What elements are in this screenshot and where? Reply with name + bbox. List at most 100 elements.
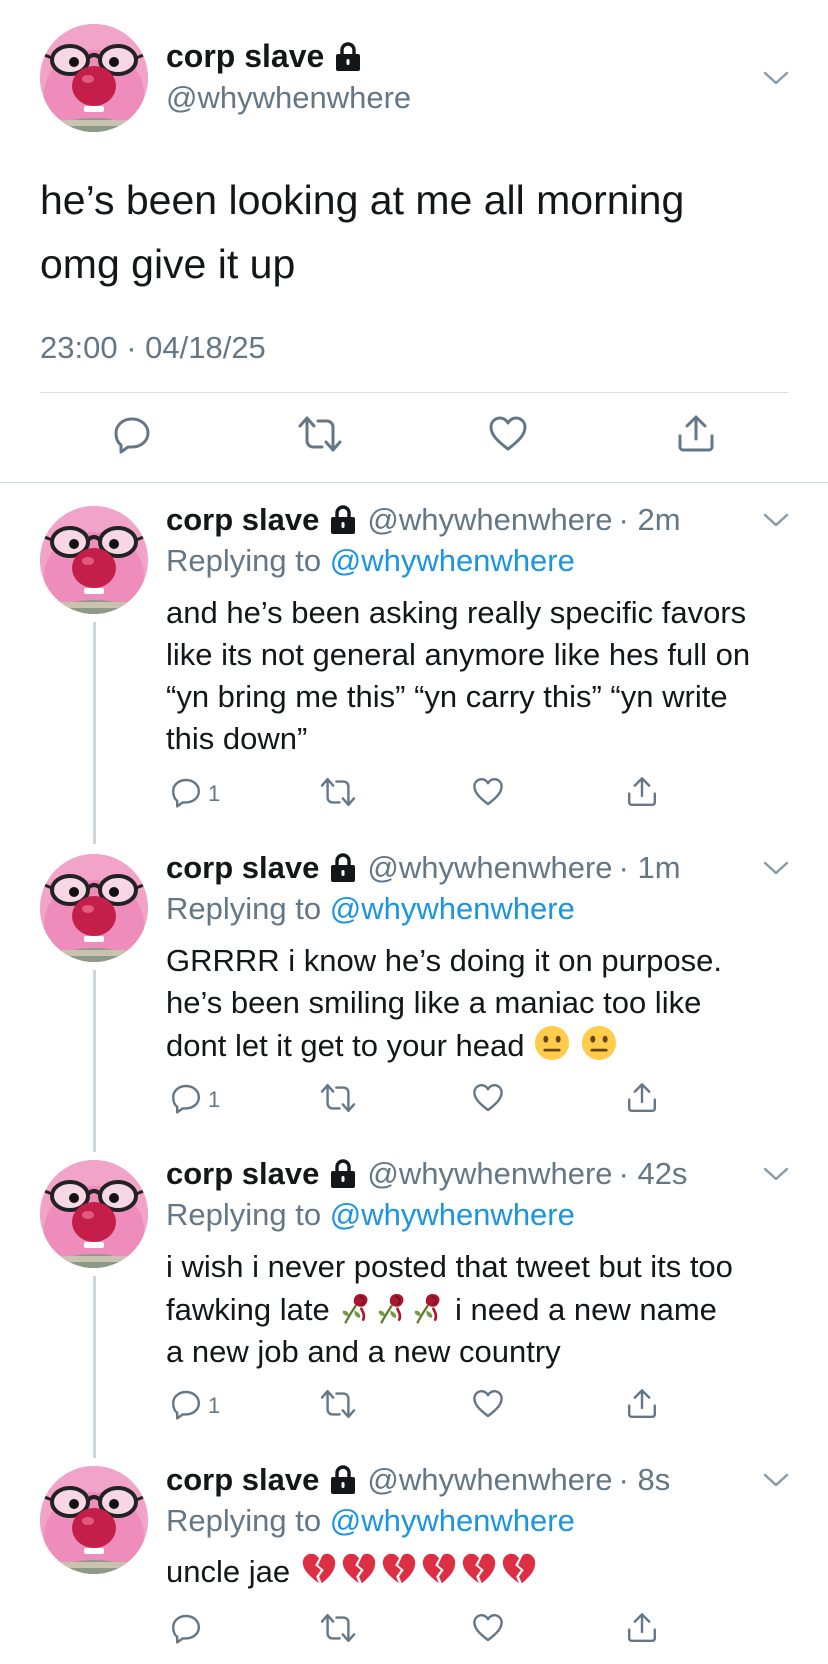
reply-text-line: this down”: [166, 721, 308, 756]
display-name[interactable]: corp slave: [166, 850, 319, 886]
lock-icon: [329, 1159, 357, 1189]
chevron-down-icon[interactable]: [762, 1164, 790, 1184]
neutral-face-icon: [580, 1024, 618, 1062]
broken-heart-icon: [339, 1550, 379, 1588]
reply-text-segment: i need a new name: [454, 1292, 717, 1327]
tweet-text-line: omg give it up: [40, 241, 296, 287]
like-icon[interactable]: [472, 1612, 504, 1644]
like-icon[interactable]: [488, 414, 528, 454]
retweet-icon[interactable]: [320, 1612, 356, 1644]
reply-text-line: a new job and a new country: [166, 1334, 561, 1369]
reply-text-line: like its not general anymore like hes fu…: [166, 637, 751, 672]
lock-icon: [334, 42, 362, 72]
display-name[interactable]: corp slave: [166, 1462, 319, 1498]
relative-time[interactable]: · 42s: [619, 1156, 688, 1192]
broken-heart-icon: [299, 1550, 339, 1588]
avatar[interactable]: [40, 854, 148, 962]
display-name[interactable]: corp slave: [166, 38, 324, 75]
broken-heart-icon: [419, 1550, 459, 1588]
like-icon[interactable]: [472, 776, 504, 808]
reply-text-line: dont let it get to your head: [166, 1024, 796, 1067]
retweet-icon[interactable]: [298, 414, 342, 454]
reply-icon[interactable]: [170, 1082, 202, 1114]
relative-time[interactable]: · 1m: [619, 850, 681, 886]
chevron-down-icon[interactable]: [762, 1470, 790, 1490]
reply-text-segment: fawking late: [166, 1292, 330, 1327]
lock-icon: [329, 853, 357, 883]
handle[interactable]: @whywhenwhere: [367, 1462, 612, 1498]
reply-text-line: uncle jae: [166, 1550, 796, 1593]
broken-heart-icon: [499, 1550, 539, 1588]
neutral-face-icon: [533, 1024, 571, 1062]
like-icon[interactable]: [472, 1082, 504, 1114]
divider: [0, 482, 828, 483]
reply-text-line: “yn bring me this” “yn carry this” “yn w…: [166, 679, 728, 714]
handle[interactable]: @whywhenwhere: [166, 80, 411, 116]
divider: [40, 392, 788, 393]
reply-text-line: fawking late i need a new name: [166, 1288, 796, 1331]
replying-to-label: Replying to: [166, 543, 330, 578]
reply-text: uncle jae: [166, 1550, 796, 1593]
avatar[interactable]: [40, 1160, 148, 1268]
replying-to: Replying to @whywhenwhere: [166, 1197, 575, 1233]
reply-text-line: i wish i never posted that tweet but its…: [166, 1249, 733, 1284]
chevron-down-icon[interactable]: [762, 858, 790, 878]
reply-text: GRRRR i know he’s doing it on purpose. h…: [166, 940, 796, 1067]
reply-text-line: GRRRR i know he’s doing it on purpose.: [166, 943, 722, 978]
retweet-icon[interactable]: [320, 1388, 356, 1420]
mention-link[interactable]: @whywhenwhere: [330, 543, 575, 578]
reply-text-line: and he’s been asking really specific fav…: [166, 595, 747, 630]
relative-time[interactable]: · 8s: [619, 1462, 671, 1498]
share-icon[interactable]: [626, 1082, 658, 1114]
broken-heart-icon: [459, 1550, 499, 1588]
reply-text-line: he’s been smiling like a maniac too like: [166, 985, 702, 1020]
name-row: corp slave: [166, 38, 362, 75]
like-icon[interactable]: [472, 1388, 504, 1420]
mention-link[interactable]: @whywhenwhere: [330, 1503, 575, 1538]
share-icon[interactable]: [626, 1612, 658, 1644]
thread-line: [93, 622, 96, 844]
replying-to-label: Replying to: [166, 1197, 330, 1232]
reply-icon[interactable]: [170, 1612, 202, 1644]
share-icon[interactable]: [676, 414, 716, 454]
replying-to: Replying to @whywhenwhere: [166, 543, 575, 579]
name-row: corp slave @whywhenwhere · 2m: [166, 502, 681, 538]
tweet-text-line: he’s been looking at me all morning: [40, 177, 685, 223]
wilted-rose-icon: [338, 1288, 374, 1326]
chevron-down-icon[interactable]: [762, 68, 790, 88]
reply-icon[interactable]: [170, 1388, 202, 1420]
display-name[interactable]: corp slave: [166, 502, 319, 538]
reply-count: 1: [208, 781, 221, 806]
name-row: corp slave @whywhenwhere · 8s: [166, 1462, 670, 1498]
tweet-timestamp[interactable]: 23:00 · 04/18/25: [40, 330, 266, 366]
avatar-image: [40, 24, 148, 132]
retweet-icon[interactable]: [320, 776, 356, 808]
tweet-text: he’s been looking at me all morning omg …: [40, 168, 800, 296]
thread-line: [93, 1276, 96, 1458]
name-row: corp slave @whywhenwhere · 42s: [166, 1156, 687, 1192]
replying-to: Replying to @whywhenwhere: [166, 891, 575, 927]
reply-icon[interactable]: [112, 414, 152, 454]
reply-count: 1: [208, 1393, 221, 1418]
handle[interactable]: @whywhenwhere: [367, 1156, 612, 1192]
handle[interactable]: @whywhenwhere: [367, 502, 612, 538]
avatar[interactable]: [40, 1466, 148, 1574]
reply-text: and he’s been asking really specific fav…: [166, 592, 796, 760]
wilted-rose-icon: [374, 1288, 410, 1326]
reply-icon[interactable]: [170, 776, 202, 808]
avatar[interactable]: [40, 506, 148, 614]
retweet-icon[interactable]: [320, 1082, 356, 1114]
reply-count: 1: [208, 1087, 221, 1112]
chevron-down-icon[interactable]: [762, 510, 790, 530]
handle[interactable]: @whywhenwhere: [367, 850, 612, 886]
share-icon[interactable]: [626, 1388, 658, 1420]
mention-link[interactable]: @whywhenwhere: [330, 1197, 575, 1232]
replying-to: Replying to @whywhenwhere: [166, 1503, 575, 1539]
display-name[interactable]: corp slave: [166, 1156, 319, 1192]
share-icon[interactable]: [626, 776, 658, 808]
mention-link[interactable]: @whywhenwhere: [330, 891, 575, 926]
relative-time[interactable]: · 2m: [619, 502, 681, 538]
replying-to-label: Replying to: [166, 891, 330, 926]
avatar[interactable]: [40, 24, 148, 132]
reply-text-segment: dont let it get to your head: [166, 1028, 525, 1063]
